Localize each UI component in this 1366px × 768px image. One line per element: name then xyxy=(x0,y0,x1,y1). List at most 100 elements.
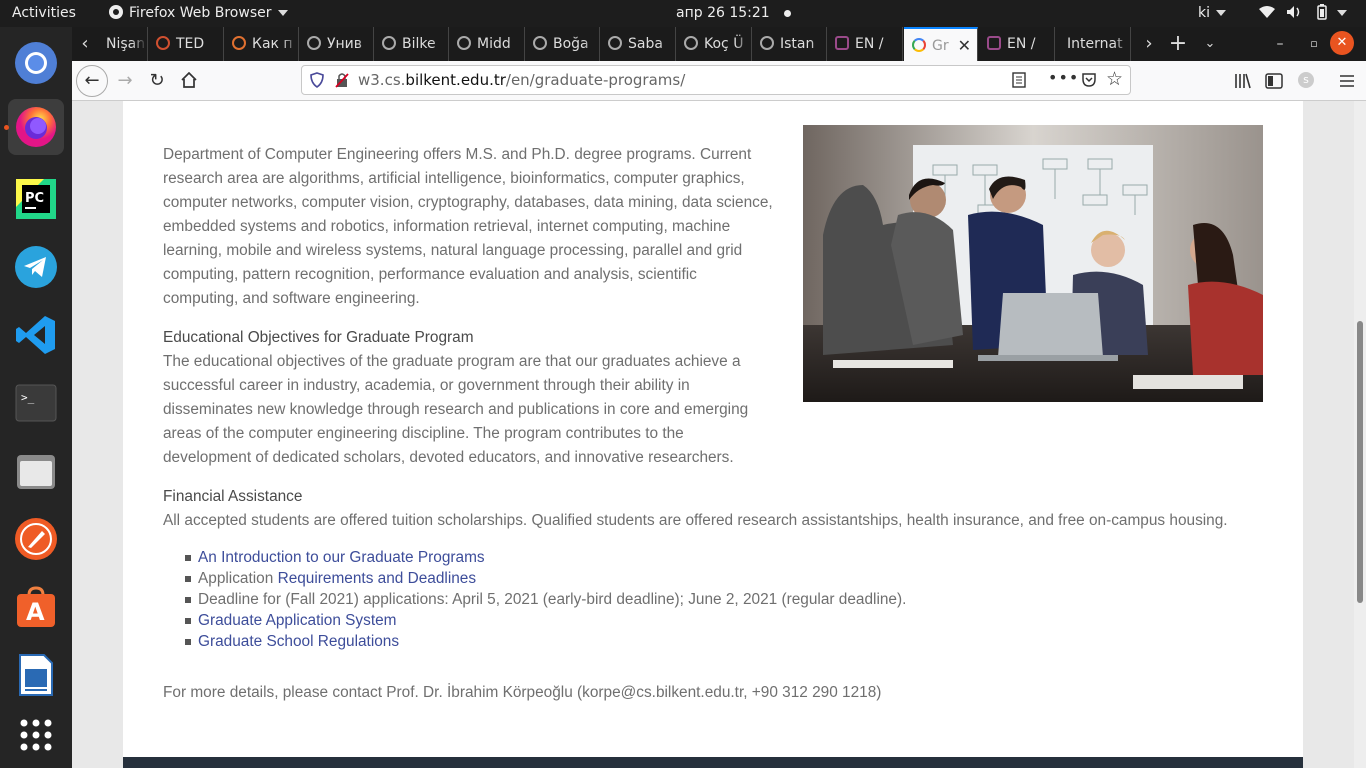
close-window-button[interactable]: ✕ xyxy=(1330,31,1354,55)
dock-chromium[interactable] xyxy=(8,35,64,91)
scrollbar-thumb[interactable] xyxy=(1357,321,1363,603)
reload-icon: ↻ xyxy=(149,70,165,91)
hamburger-menu-icon[interactable] xyxy=(1339,74,1355,88)
app-grid-icon xyxy=(20,719,52,751)
libreoffice-impress-icon xyxy=(19,654,53,696)
clock-text: апр 26 15:21 xyxy=(676,5,770,21)
arrow-left-icon: ← xyxy=(84,70,100,91)
minimize-button[interactable]: – xyxy=(1265,29,1295,59)
clock[interactable]: апр 26 15:21 xyxy=(676,0,792,27)
intro-paragraph: Department of Computer Engineering offer… xyxy=(163,146,773,307)
scroll-tabs-right-button[interactable]: › xyxy=(1134,29,1164,59)
system-top-bar: Activities Firefox Web Browser апр 26 15… xyxy=(0,0,1366,27)
pycharm-icon: PC xyxy=(16,179,56,219)
deadline-text: Deadline for (Fall 2021) applications: A… xyxy=(198,591,907,608)
tab-5[interactable]: Bilke xyxy=(374,27,449,61)
dock-terminal[interactable]: >_ xyxy=(8,375,64,431)
students-photo xyxy=(803,125,1263,402)
svg-text:PC: PC xyxy=(25,191,44,206)
tab-3[interactable]: Как п xyxy=(224,27,299,61)
shield-icon xyxy=(310,72,324,88)
list-item: Deadline for (Fall 2021) applications: A… xyxy=(184,589,907,610)
maximize-button[interactable]: ▫ xyxy=(1299,29,1329,59)
dock-libreoffice-impress[interactable] xyxy=(8,647,64,703)
system-menu[interactable] xyxy=(1258,0,1348,27)
forward-button[interactable]: → xyxy=(110,66,140,96)
navigation-bar: ← → ↻ w3.cs.bilkent.edu.tr/en/graduate-p… xyxy=(72,61,1366,101)
svg-text:>_: >_ xyxy=(21,391,35,404)
page-favicon-icon xyxy=(760,36,774,50)
tab-label: Bilke xyxy=(402,36,436,52)
home-button[interactable] xyxy=(174,66,204,96)
tab-label: EN / xyxy=(855,36,884,52)
links-list: An Introduction to our Graduate Programs… xyxy=(184,547,907,652)
keyboard-layout-label: ki xyxy=(1198,5,1210,21)
reader-view-icon[interactable] xyxy=(1012,72,1026,88)
postman-icon xyxy=(15,518,57,560)
requirements-deadlines-link[interactable]: Requirements and Deadlines xyxy=(278,570,477,587)
dock-postman[interactable] xyxy=(8,511,64,567)
dock-vscode[interactable] xyxy=(8,307,64,363)
tab-10[interactable]: Istan xyxy=(752,27,827,61)
ted-favicon-icon xyxy=(156,36,170,50)
bilkent-favicon-icon xyxy=(835,36,849,50)
sidebar-icon[interactable] xyxy=(1265,73,1283,89)
tab-6[interactable]: Midd xyxy=(449,27,525,61)
chevron-down-icon xyxy=(277,10,288,16)
tab-1[interactable]: Nişan xyxy=(98,27,148,61)
web-page: Department of Computer Engineering offer… xyxy=(72,101,1354,768)
reload-button[interactable]: ↻ xyxy=(142,66,172,96)
page-favicon-icon xyxy=(307,36,321,50)
list-item: Graduate School Regulations xyxy=(184,631,906,652)
dock-app-grid[interactable] xyxy=(8,707,64,763)
dock-firefox[interactable] xyxy=(4,99,64,155)
school-regulations-link[interactable]: Graduate School Regulations xyxy=(198,633,399,650)
tab-2[interactable]: TED xyxy=(148,27,224,61)
bookmark-star-icon[interactable]: ☆ xyxy=(1106,65,1123,93)
pocket-icon[interactable] xyxy=(1081,72,1097,88)
close-tab-icon[interactable]: ✕ xyxy=(955,29,971,61)
files-icon xyxy=(17,455,55,489)
dock-pycharm[interactable]: PC xyxy=(8,171,64,227)
tab-14[interactable]: Internat xyxy=(1055,27,1131,61)
tab-label: Gr xyxy=(932,38,949,54)
insecure-lock-icon xyxy=(335,73,349,88)
intro-programs-link[interactable]: An Introduction to our Graduate Programs xyxy=(198,549,485,566)
tab-label: TED xyxy=(176,36,205,52)
list-all-tabs-button[interactable]: ⌄ xyxy=(1195,29,1225,59)
bilkent-favicon-icon xyxy=(987,36,1001,50)
page-content: Department of Computer Engineering offer… xyxy=(123,101,1303,757)
application-system-link[interactable]: Graduate Application System xyxy=(198,612,396,629)
activities-button[interactable]: Activities xyxy=(12,0,76,27)
software-center-icon: A xyxy=(17,586,55,627)
scroll-tabs-left-button[interactable]: ‹ xyxy=(72,29,98,59)
tab-13[interactable]: EN / xyxy=(979,27,1055,61)
app-menu[interactable]: Firefox Web Browser xyxy=(108,0,288,27)
page-footer xyxy=(123,757,1303,768)
page-actions-icon[interactable]: ••• xyxy=(1048,64,1079,92)
list-item: An Introduction to our Graduate Programs xyxy=(184,547,906,568)
new-tab-button[interactable]: + xyxy=(1163,29,1193,59)
tab-4[interactable]: Унив xyxy=(299,27,374,61)
page-favicon-icon xyxy=(608,36,622,50)
address-bar[interactable]: w3.cs.bilkent.edu.tr/en/graduate-program… xyxy=(301,65,1131,95)
tab-9[interactable]: Koç Ü xyxy=(676,27,752,61)
library-icon[interactable] xyxy=(1234,73,1252,89)
app-menu-label: Firefox Web Browser xyxy=(129,5,272,21)
dock-software-center[interactable]: A xyxy=(8,579,64,635)
tab-7[interactable]: Boğa xyxy=(525,27,600,61)
back-button[interactable]: ← xyxy=(76,65,108,97)
tab-12-active[interactable]: Gr ✕ xyxy=(904,27,978,61)
tab-label: EN / xyxy=(1007,36,1036,52)
dock-files[interactable] xyxy=(8,443,64,499)
dock-telegram[interactable] xyxy=(8,239,64,295)
wifi-icon xyxy=(1259,6,1275,18)
keyboard-layout[interactable]: ki xyxy=(1198,0,1226,27)
application-label: Application xyxy=(198,570,278,587)
account-icon[interactable]: s xyxy=(1298,72,1314,88)
tab-11[interactable]: EN / xyxy=(827,27,903,61)
arrow-right-icon: → xyxy=(117,70,133,91)
tab-8[interactable]: Saba xyxy=(600,27,676,61)
tab-label: Midd xyxy=(477,36,511,52)
page-scrollbar[interactable] xyxy=(1354,101,1366,768)
